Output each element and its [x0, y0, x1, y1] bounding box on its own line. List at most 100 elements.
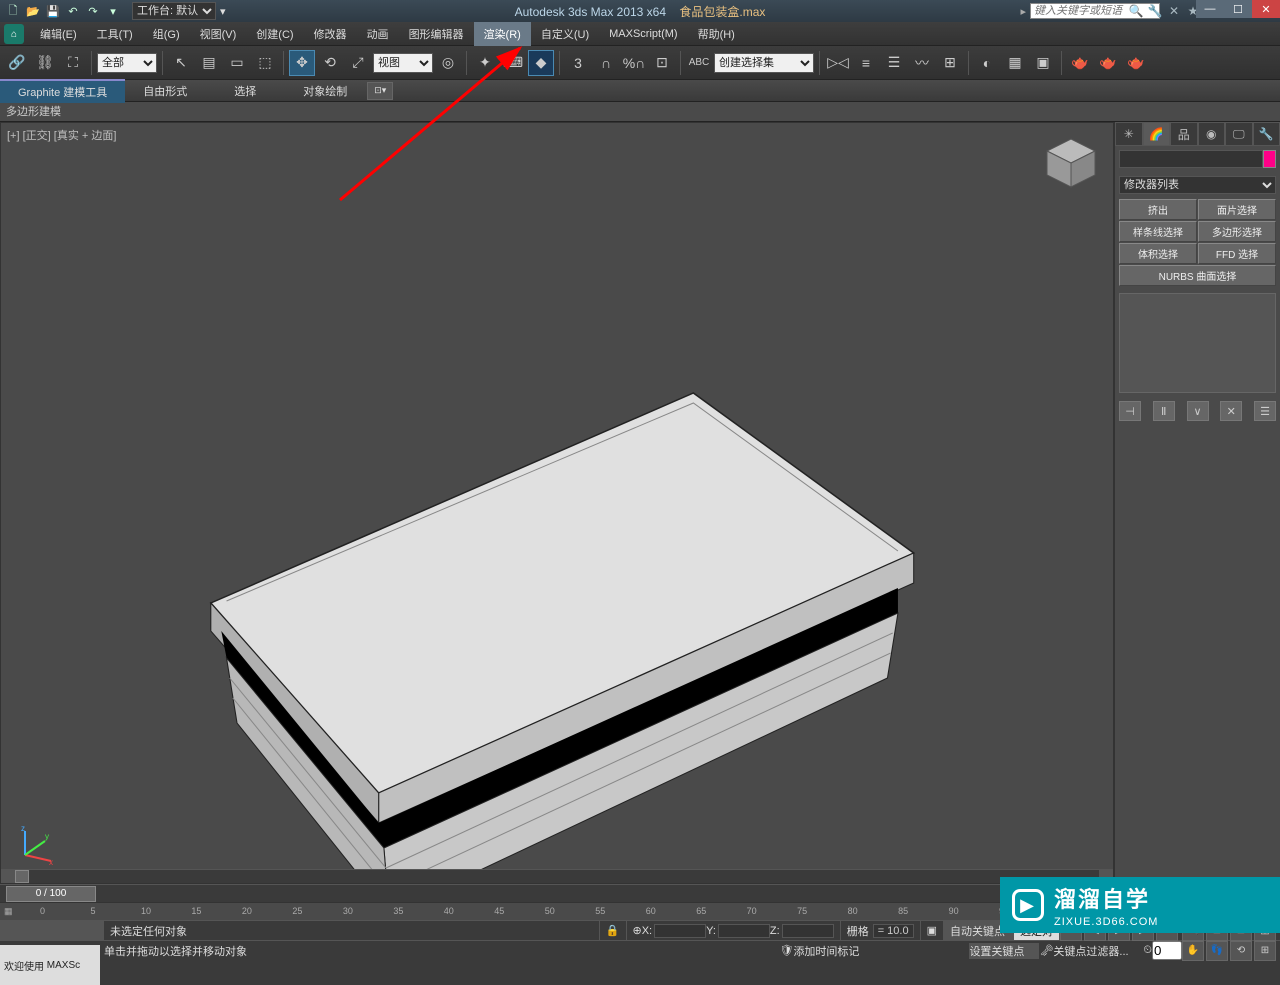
render-last-icon[interactable]: 🫖 — [1123, 50, 1149, 76]
btn-nurbs-surface[interactable]: NURBS 曲面选择 — [1119, 265, 1276, 286]
menu-customize[interactable]: 自定义(U) — [531, 22, 599, 46]
y-input[interactable] — [718, 924, 770, 938]
manipulate-icon[interactable]: ✦ — [472, 50, 498, 76]
unlink-icon[interactable]: ⛓ — [32, 50, 58, 76]
menu-tools[interactable]: 工具(T) — [87, 22, 143, 46]
tab-hierarchy-icon[interactable]: 品 — [1170, 122, 1198, 146]
spinner-snap-icon[interactable]: %∩ — [621, 50, 647, 76]
menu-help[interactable]: 帮助(H) — [688, 22, 745, 46]
maximize-button[interactable]: ☐ — [1224, 0, 1252, 18]
btn-face-select[interactable]: 面片选择 — [1198, 199, 1276, 220]
new-icon[interactable]: 🗋 — [4, 3, 22, 19]
tab-utilities-icon[interactable]: 🔧 — [1253, 122, 1280, 146]
selection-filter-dropdown[interactable]: 全部 — [97, 53, 157, 73]
save-icon[interactable]: 💾 — [44, 3, 62, 19]
curve-editor-icon[interactable]: 〰 — [909, 50, 935, 76]
keyboard-shortcut-icon[interactable]: ⌨ — [500, 50, 526, 76]
select-move-icon[interactable]: ✥ — [289, 50, 315, 76]
exchange-icon[interactable]: ✕ — [1166, 3, 1182, 19]
percent-snap-icon[interactable]: ∩ — [593, 50, 619, 76]
project-icon[interactable]: ▾ — [104, 3, 122, 19]
menu-maxscript[interactable]: MAXScript(M) — [599, 24, 687, 44]
viewport[interactable]: [+] [正交] [真实 + 边面] — [0, 122, 1114, 884]
material-editor-icon[interactable]: ◐ — [974, 50, 1000, 76]
select-rotate-icon[interactable]: ⟲ — [317, 50, 343, 76]
schematic-icon[interactable]: ⊞ — [937, 50, 963, 76]
time-config-icon[interactable]: ⏲ — [1143, 944, 1152, 957]
frame-input[interactable] — [1152, 941, 1182, 960]
show-end-result-icon[interactable]: Ⅱ — [1153, 401, 1175, 421]
menu-edit[interactable]: 编辑(E) — [30, 22, 87, 46]
key-filters-button[interactable]: 关键点过滤器... — [1053, 943, 1143, 959]
align-icon[interactable]: ≡ — [853, 50, 879, 76]
menu-views[interactable]: 视图(V) — [190, 22, 247, 46]
open-icon[interactable]: 📂 — [24, 3, 42, 19]
bind-icon[interactable]: ⛶ — [60, 50, 86, 76]
close-button[interactable]: ✕ — [1252, 0, 1280, 18]
welcome-panel[interactable]: 欢迎使用 MAXSc — [0, 945, 100, 985]
workspace-menu-icon[interactable]: ▾ — [220, 5, 226, 18]
menu-modifiers[interactable]: 修改器 — [304, 22, 357, 46]
ribbon-tab-graphite[interactable]: Graphite 建模工具 — [0, 79, 125, 103]
menu-graph-editors[interactable]: 图形编辑器 — [399, 22, 474, 46]
x-input[interactable] — [654, 924, 706, 938]
comm-center-icon[interactable]: 🛡 — [779, 944, 793, 957]
search-icon[interactable]: 🔍 — [1128, 3, 1144, 19]
redo-icon[interactable]: ↷ — [84, 3, 102, 19]
snaps-toggle-icon[interactable]: ◆ — [528, 50, 554, 76]
configure-sets-icon[interactable]: ☰ — [1254, 401, 1276, 421]
render-setup-icon[interactable]: ▦ — [1002, 50, 1028, 76]
scrollbar-thumb[interactable] — [15, 870, 29, 883]
named-sets-icon[interactable]: ABC — [686, 50, 712, 76]
remove-modifier-icon[interactable]: ✕ — [1220, 401, 1242, 421]
object-name-input[interactable] — [1119, 150, 1263, 168]
tab-create-icon[interactable]: ✳ — [1115, 122, 1143, 146]
angle-snap-icon[interactable]: 3 — [565, 50, 591, 76]
ribbon-tab-selection[interactable]: 选择 — [205, 80, 285, 102]
menu-create[interactable]: 创建(C) — [246, 22, 303, 46]
window-crossing-icon[interactable]: ⬚ — [252, 50, 278, 76]
frame-spinner[interactable] — [1152, 941, 1182, 960]
make-unique-icon[interactable]: ∨ — [1187, 401, 1209, 421]
select-region-rect-icon[interactable]: ▭ — [224, 50, 250, 76]
ribbon-expand-icon[interactable]: ⊡▾ — [367, 82, 393, 100]
btn-ffd-select[interactable]: FFD 选择 — [1198, 243, 1276, 264]
render-prod-icon[interactable]: 🫖 — [1067, 50, 1093, 76]
minimize-button[interactable]: — — [1196, 0, 1224, 18]
scrollbar-left-icon[interactable] — [1, 870, 15, 883]
key-icon[interactable]: 🔧 — [1147, 3, 1163, 19]
key-big-icon[interactable]: 🗝 — [1039, 944, 1053, 957]
script-mini-listener[interactable] — [0, 921, 104, 940]
menu-animation[interactable]: 动画 — [357, 22, 399, 46]
z-input[interactable] — [782, 924, 834, 938]
pivot-center-icon[interactable]: ◎ — [435, 50, 461, 76]
tab-motion-icon[interactable]: ◉ — [1198, 122, 1226, 146]
btn-poly-select[interactable]: 多边形选择 — [1198, 221, 1276, 242]
named-selection-dropdown[interactable]: 创建选择集 — [714, 53, 814, 73]
menu-group[interactable]: 组(G) — [143, 22, 190, 46]
lock-selection-icon[interactable]: 🔒 — [600, 921, 627, 940]
app-menu-icon[interactable]: ⌂ — [4, 24, 24, 44]
ref-coord-dropdown[interactable]: 视图 — [373, 53, 433, 73]
select-link-icon[interactable]: 🔗 — [4, 50, 30, 76]
tab-display-icon[interactable]: 🖵 — [1225, 122, 1253, 146]
tab-modify-icon[interactable]: 🌈 — [1143, 122, 1171, 146]
workspace-dropdown[interactable]: 工作台: 默认 — [132, 2, 216, 20]
ruler-config-icon[interactable]: ▦ — [4, 906, 13, 917]
walk-icon[interactable]: 👣 — [1206, 941, 1228, 961]
ribbon-tab-freeform[interactable]: 自由形式 — [125, 80, 205, 102]
btn-extrude[interactable]: 挤出 — [1119, 199, 1197, 220]
select-scale-icon[interactable]: ⤢ — [345, 50, 371, 76]
orbit-icon[interactable]: ⟲ — [1230, 941, 1252, 961]
add-time-tag[interactable]: 添加时间标记 — [793, 943, 859, 959]
viewcube[interactable] — [1041, 133, 1101, 193]
modifier-stack[interactable] — [1119, 293, 1276, 393]
pin-stack-icon[interactable]: ⊣ — [1119, 401, 1141, 421]
setkey-button[interactable]: 设置关键点 — [969, 943, 1039, 959]
coord-mode-icon[interactable]: ⊕ — [633, 924, 642, 937]
undo-icon[interactable]: ↶ — [64, 3, 82, 19]
select-object-icon[interactable]: ↖ — [168, 50, 194, 76]
object-color-swatch[interactable] — [1263, 150, 1276, 168]
btn-spline-select[interactable]: 样条线选择 — [1119, 221, 1197, 242]
menu-rendering[interactable]: 渲染(R) — [474, 22, 531, 46]
